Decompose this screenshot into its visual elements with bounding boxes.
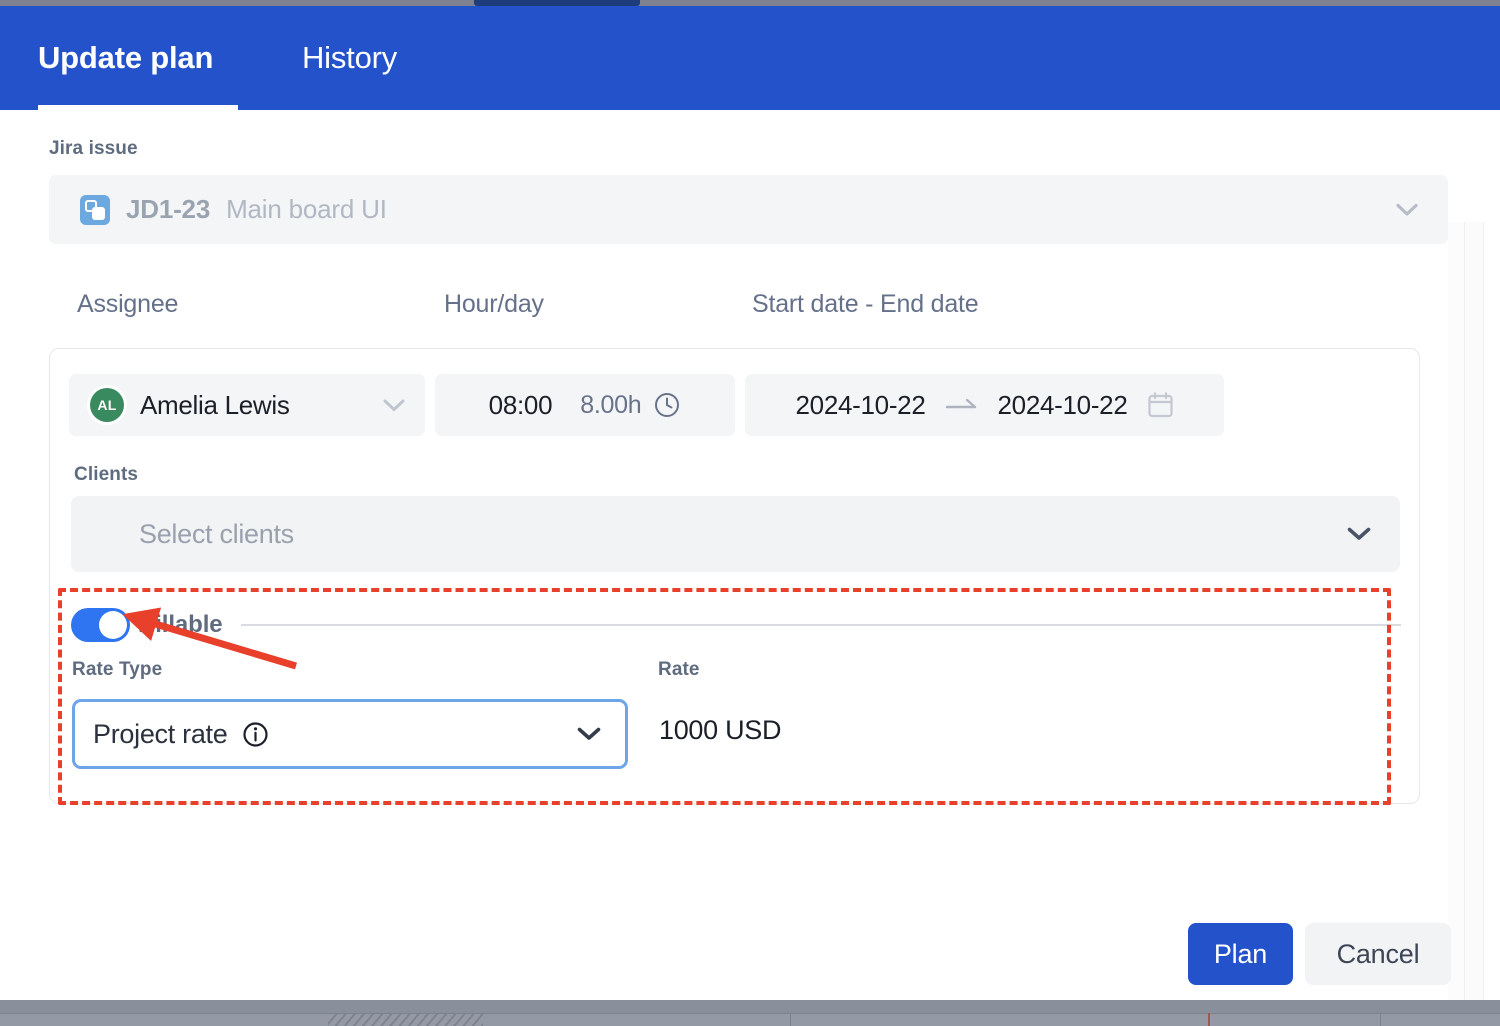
plan-entry-card: AL Amelia Lewis 08:00 8.00h 2024-10-22 2…	[49, 348, 1420, 804]
billable-toggle[interactable]	[71, 608, 130, 642]
avatar: AL	[90, 388, 124, 422]
hour-per-day-field[interactable]: 08:00 8.00h	[435, 374, 735, 436]
column-header-hour-day: Hour/day	[444, 290, 544, 318]
modal-header: Update plan History	[0, 6, 1500, 110]
clients-placeholder: Select clients	[139, 518, 294, 549]
rate-value: 1000 USD	[659, 715, 782, 745]
background-divider	[790, 1013, 791, 1026]
assignee-name: Amelia Lewis	[140, 389, 290, 420]
clients-label: Clients	[74, 464, 139, 485]
billable-row: Billable	[71, 607, 1401, 643]
arrow-right-icon	[945, 397, 979, 413]
entry-row: AL Amelia Lewis 08:00 8.00h 2024-10-22 2…	[69, 374, 1224, 436]
app-window: Update plan History Jira issue JD1-23 Ma…	[0, 0, 1500, 1026]
tab-history-label: History	[302, 40, 398, 75]
chevron-down-icon	[1396, 203, 1418, 216]
hours-total-value: 8.00h	[580, 390, 642, 419]
tab-bar: Update plan History	[38, 6, 397, 110]
jira-issue-label: Jira issue	[49, 138, 138, 159]
info-icon[interactable]	[242, 721, 269, 748]
tab-history[interactable]: History	[302, 6, 397, 110]
column-header-dates: Start date - End date	[752, 290, 979, 318]
billable-toggle-knob	[99, 611, 127, 639]
rate-type-select[interactable]: Project rate	[72, 699, 628, 769]
chevron-down-icon	[383, 399, 405, 412]
assignee-select[interactable]: AL Amelia Lewis	[69, 374, 425, 436]
chevron-down-icon	[577, 727, 601, 741]
billable-divider	[240, 624, 1401, 626]
chevron-down-icon	[1347, 527, 1371, 541]
modal-body: Jira issue JD1-23 Main board UI Assignee…	[0, 110, 1500, 1026]
billable-label: Billable	[138, 611, 223, 638]
clock-icon	[653, 391, 681, 419]
plan-button[interactable]: Plan	[1188, 923, 1293, 985]
end-date-value: 2024-10-22	[997, 389, 1128, 420]
plan-button-label: Plan	[1213, 938, 1268, 969]
rate-type-label: Rate Type	[72, 659, 163, 680]
column-header-assignee: Assignee	[77, 290, 179, 318]
start-date-value: 2024-10-22	[795, 389, 926, 420]
hours-start-value: 08:00	[488, 389, 553, 420]
date-range-field[interactable]: 2024-10-22 2024-10-22	[745, 374, 1224, 436]
background-divider	[1380, 1013, 1381, 1026]
rate-type-value: Project rate	[93, 718, 228, 749]
tab-update-plan-label: Update plan	[38, 40, 214, 75]
background-page-strip	[0, 1000, 1500, 1026]
jira-task-icon	[80, 194, 110, 225]
scrollbar-track[interactable]	[1464, 222, 1484, 1026]
jira-issue-summary: Main board UI	[226, 194, 387, 224]
scroll-gutter	[1448, 222, 1464, 1026]
rate-label: Rate	[658, 659, 700, 680]
jira-issue-select[interactable]: JD1-23 Main board UI	[49, 175, 1448, 244]
background-divider-accent	[1208, 1013, 1210, 1026]
clients-select[interactable]: Select clients	[71, 496, 1400, 572]
column-headers: Assignee Hour/day Start date - End date	[0, 290, 1500, 330]
background-hatched-block	[328, 1014, 483, 1026]
tab-update-plan[interactable]: Update plan	[38, 6, 238, 110]
cancel-button[interactable]: Cancel	[1305, 923, 1451, 985]
calendar-icon	[1147, 391, 1174, 419]
jira-issue-key: JD1-23	[126, 194, 211, 224]
background-page-row	[0, 1013, 1500, 1026]
cancel-button-label: Cancel	[1336, 938, 1420, 969]
